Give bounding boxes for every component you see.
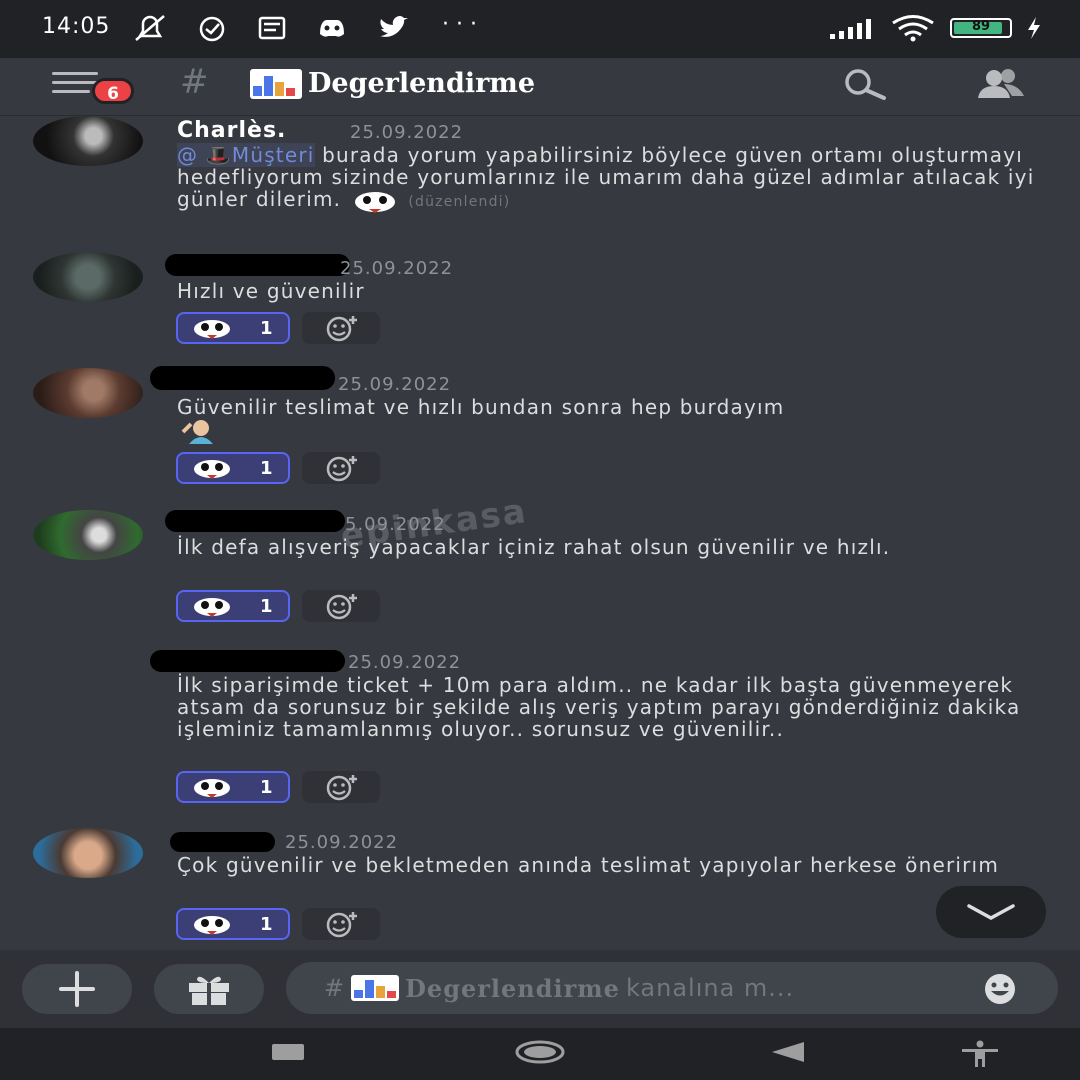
redacted-username <box>150 650 345 672</box>
timestamp: 25.09.2022 <box>350 122 464 143</box>
avatar[interactable] <box>33 828 143 878</box>
redacted-username <box>165 510 345 532</box>
add-reaction-button[interactable] <box>302 452 380 484</box>
message-text: @ 🎩Müşteri burada yorum yapabilirsiniz b… <box>177 143 1047 213</box>
battery-percent: 89 <box>971 19 991 34</box>
timestamp: 25.09.2022 <box>348 652 462 673</box>
reaction-count: 1 <box>260 595 273 617</box>
placeholder-suffix: kanalına m... <box>625 974 795 1002</box>
reaction-button[interactable]: 1 <box>176 452 290 484</box>
muted-bell-icon <box>135 15 165 41</box>
avatar[interactable] <box>33 252 143 302</box>
add-reaction-button[interactable] <box>302 312 380 344</box>
notification-badge: 6 <box>92 78 134 104</box>
status-bar: 14:05 · · · 89 <box>0 0 1080 58</box>
message-input[interactable]: # Degerlendirme kanalına m... <box>286 962 1058 1014</box>
edited-label: (düzenlendi) <box>408 194 511 210</box>
redacted-username <box>170 832 275 852</box>
news-icon <box>258 16 286 40</box>
placeholder-hash: # <box>324 974 346 1002</box>
charging-icon <box>1028 17 1040 39</box>
panda-emoji-icon <box>194 460 230 479</box>
bar-chart-icon <box>351 975 400 1001</box>
reaction-count: 1 <box>260 317 273 339</box>
add-reaction-icon <box>326 456 357 482</box>
gift-button[interactable] <box>154 964 264 1014</box>
emoji-icon[interactable] <box>972 972 1028 1006</box>
wifi-icon <box>892 15 934 42</box>
alarm-icon <box>199 16 225 42</box>
more-dots-icon: · · · <box>442 12 477 37</box>
avatar[interactable] <box>33 510 143 560</box>
redacted-username <box>165 254 350 276</box>
message-text: İlk defa alışveriş yapacaklar içiniz rah… <box>177 535 891 559</box>
channel-title[interactable]: Degerlendirme <box>250 68 535 99</box>
discord-icon <box>320 20 344 37</box>
username[interactable]: Charlès. <box>177 118 286 143</box>
plus-icon <box>59 971 95 1007</box>
add-reaction-button[interactable] <box>302 771 380 803</box>
add-reaction-button[interactable] <box>302 908 380 940</box>
signal-icon <box>830 19 871 39</box>
attach-button[interactable] <box>22 964 132 1014</box>
add-reaction-button[interactable] <box>302 590 380 622</box>
panda-emoji-icon <box>194 320 230 339</box>
add-reaction-icon <box>326 594 357 620</box>
role-mention[interactable]: @ 🎩Müşteri <box>177 143 315 167</box>
notification-icons: · · · <box>130 12 477 44</box>
gift-icon <box>189 976 229 1005</box>
reaction-button[interactable]: 1 <box>176 590 290 622</box>
message-text: İlk siparişimde ticket + 10m para aldım.… <box>177 673 1021 741</box>
battery-icon: 89 <box>950 18 1012 38</box>
panda-emoji-icon <box>194 779 230 798</box>
timestamp: 25.09.2022 <box>338 374 452 395</box>
system-nav-bar <box>0 1028 1080 1080</box>
add-reaction-icon <box>326 912 357 938</box>
recents-icon[interactable] <box>270 1040 306 1064</box>
timestamp: 25.09.2022 <box>340 258 454 279</box>
message-input-placeholder: # Degerlendirme kanalına m... <box>324 974 794 1003</box>
channel-name: Degerlendirme <box>308 68 536 99</box>
baby-emoji-icon <box>181 420 213 444</box>
timestamp: 5.09.2022 <box>345 514 446 535</box>
reaction-button[interactable]: 1 <box>176 908 290 940</box>
hash-icon: # <box>180 62 209 102</box>
members-icon[interactable] <box>968 66 1028 106</box>
message-list[interactable]: epinkasa Charlès. 25.09.2022 @ 🎩Müşteri … <box>0 116 1080 950</box>
bar-chart-icon <box>250 68 302 99</box>
message-text: Güvenilir teslimat ve hızlı bundan sonra… <box>177 396 1047 448</box>
placeholder-channel: Degerlendirme <box>405 973 620 1003</box>
message-text: Çok güvenilir ve bekletmeden anında tesl… <box>177 853 999 877</box>
panda-emoji-icon <box>194 598 230 617</box>
accessibility-icon[interactable] <box>958 1040 1002 1068</box>
twitter-icon <box>380 16 408 37</box>
message-text: Hızlı ve güvenilir <box>177 279 365 303</box>
add-reaction-icon <box>326 316 357 342</box>
panda-emoji-icon <box>194 916 230 935</box>
message-composer: # Degerlendirme kanalına m... <box>0 950 1080 1028</box>
clock: 14:05 <box>42 14 111 39</box>
reaction-count: 1 <box>260 913 273 935</box>
channel-header: 6 # Degerlendirme <box>0 58 1080 116</box>
message-body: Güvenilir teslimat ve hızlı bundan sonra… <box>177 395 785 419</box>
reaction-button[interactable]: 1 <box>176 312 290 344</box>
home-icon[interactable] <box>514 1040 566 1064</box>
add-reaction-icon <box>326 775 357 801</box>
back-icon[interactable] <box>770 1040 806 1064</box>
avatar[interactable] <box>33 368 143 418</box>
panda-emoji-icon <box>354 191 395 213</box>
chevron-down-icon <box>967 904 1015 920</box>
reaction-count: 1 <box>260 457 273 479</box>
avatar[interactable] <box>33 116 143 166</box>
reaction-button[interactable]: 1 <box>176 771 290 803</box>
system-icons: 89 <box>828 14 1042 42</box>
reaction-count: 1 <box>260 776 273 798</box>
timestamp: 25.09.2022 <box>285 832 399 853</box>
redacted-username <box>150 366 335 390</box>
jump-to-bottom-button[interactable] <box>936 886 1046 938</box>
search-icon[interactable] <box>838 66 890 106</box>
